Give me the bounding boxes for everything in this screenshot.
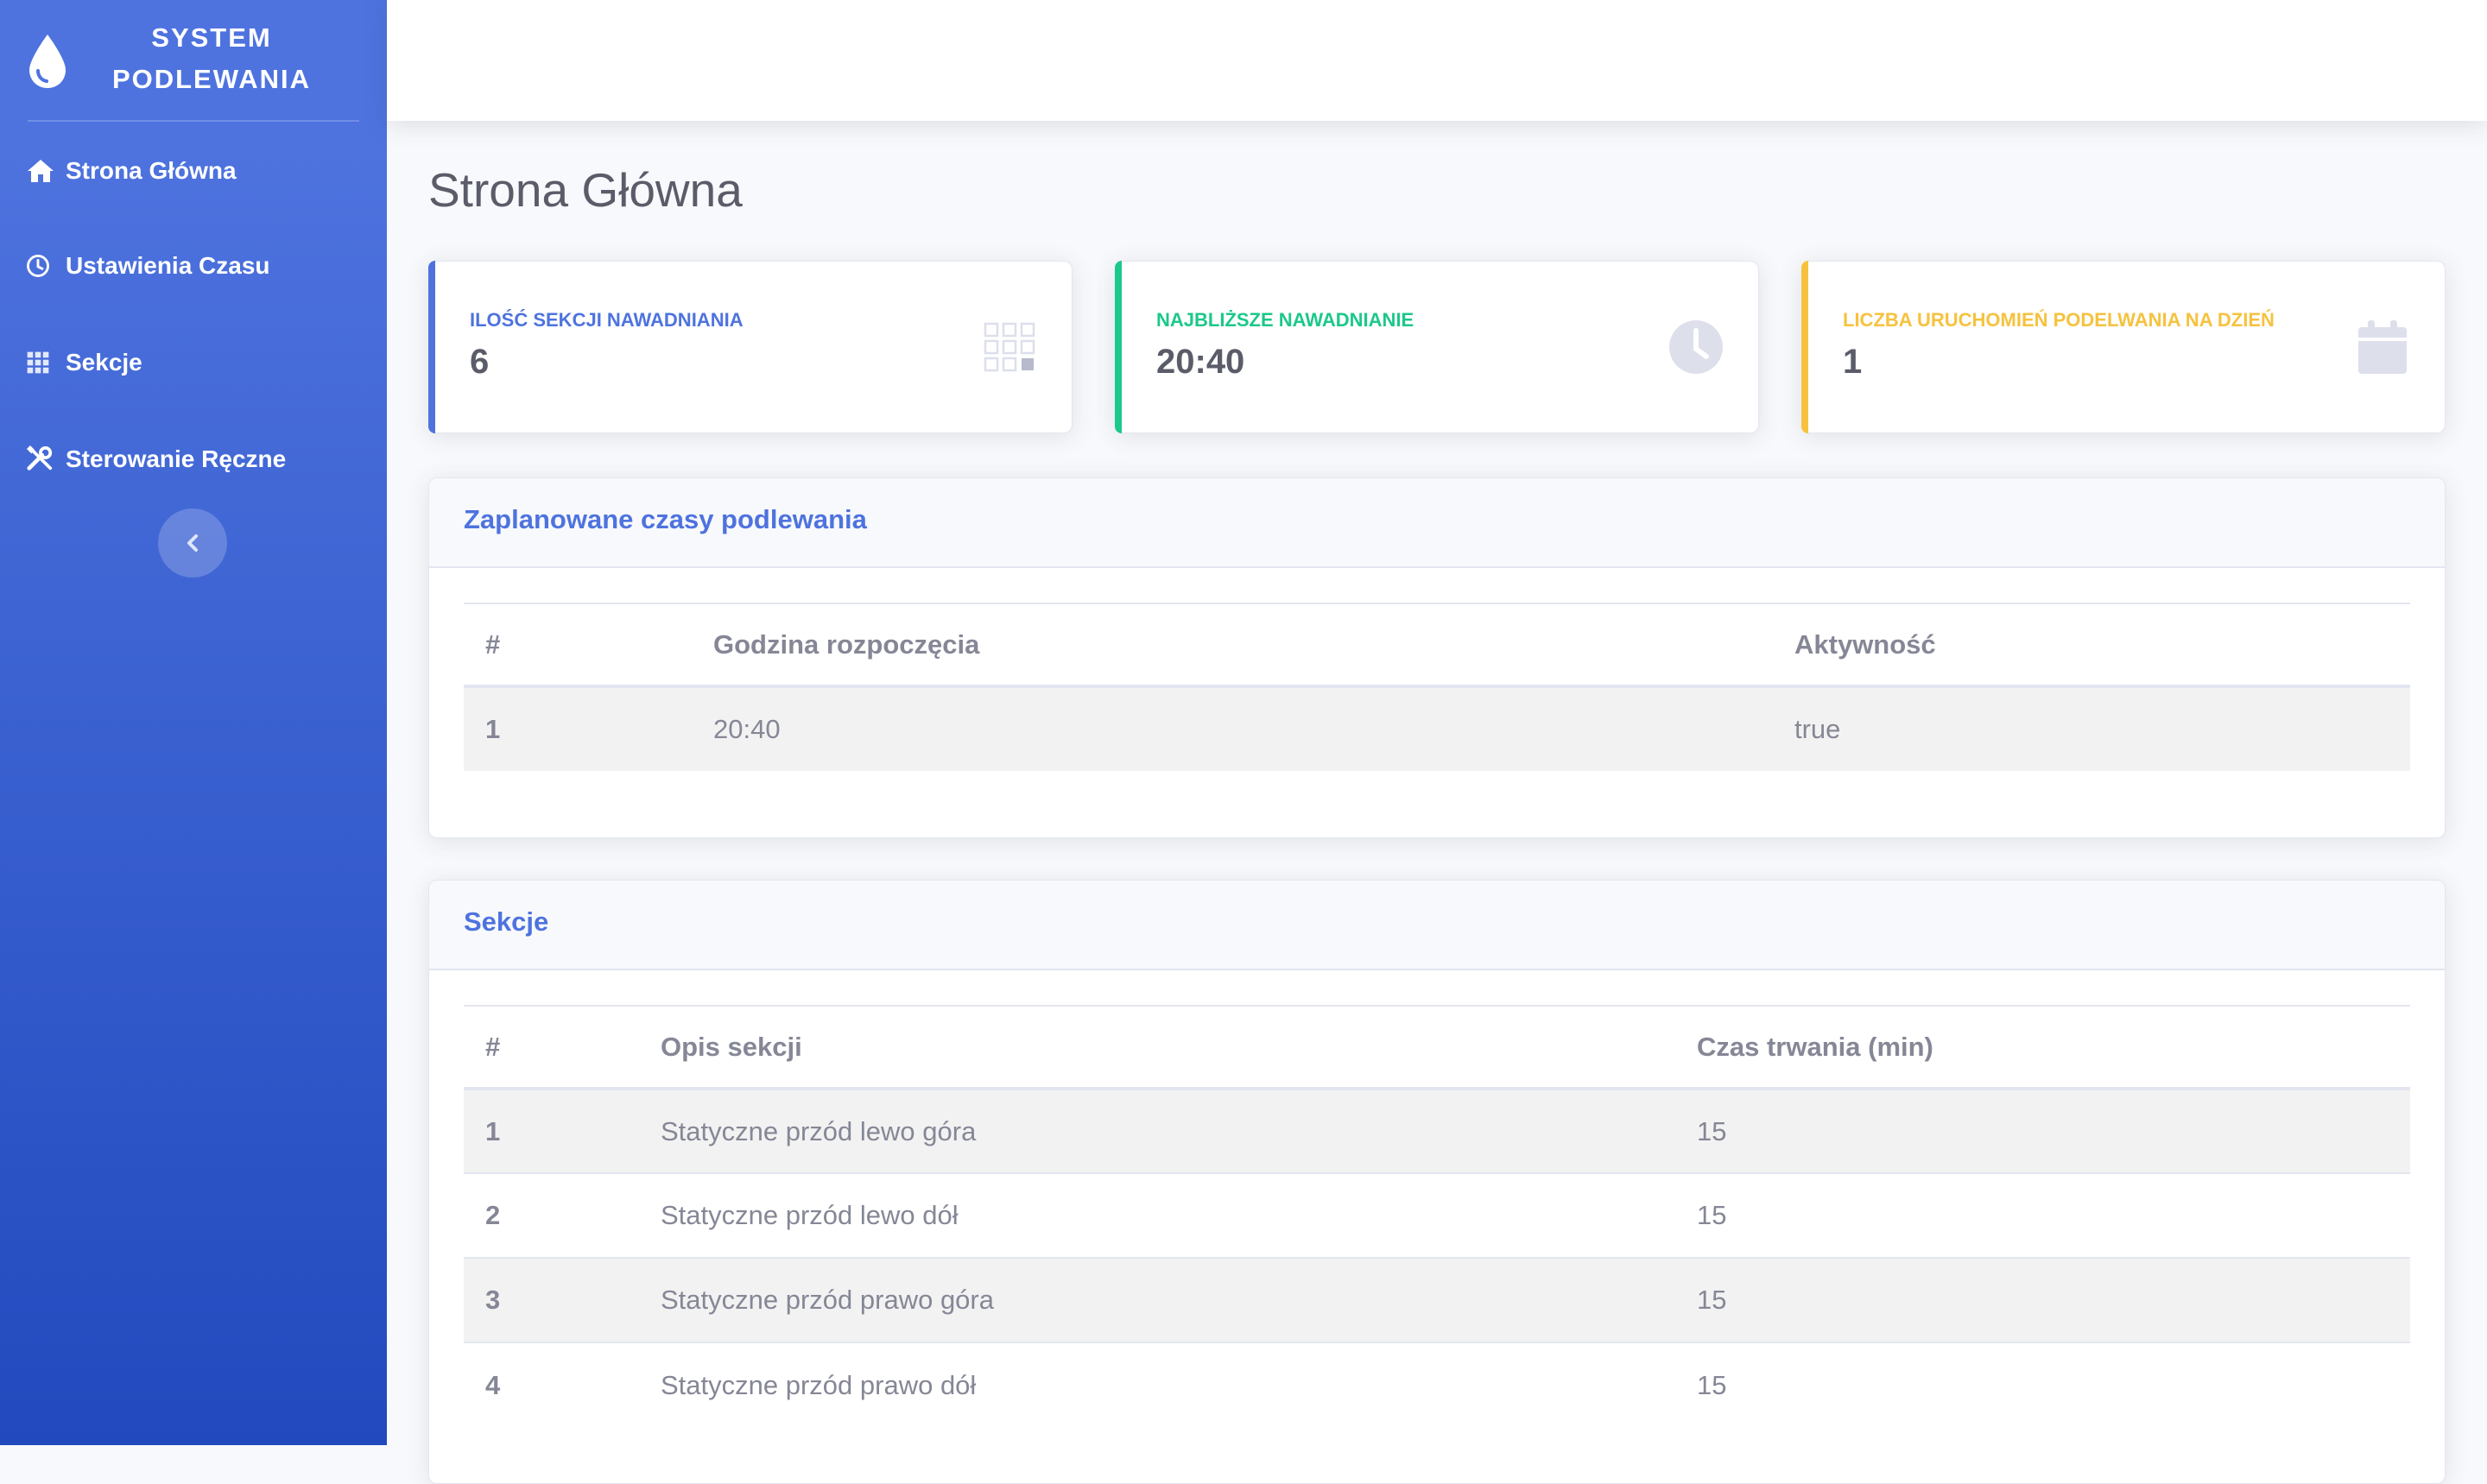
table-cell: 15 — [1675, 1172, 2410, 1258]
stat-value: 1 — [1843, 343, 1863, 381]
stat-value: 20:40 — [1156, 343, 1245, 381]
table-row[interactable]: 3 Statyczne przód prawo góra 15 — [464, 1257, 2410, 1342]
sidebar-item-home[interactable]: Strona Główna — [0, 123, 387, 218]
sidebar-item-label: Sterowanie Ręczne — [66, 445, 287, 472]
table-cell: Statyczne przód prawo góra — [639, 1257, 1675, 1342]
card-title: Zaplanowane czasy podlewania — [464, 504, 867, 534]
column-header: Czas trwania (min) — [1675, 1005, 2410, 1090]
schedule-table: # Godzina rozpoczęcia Aktywność 1 20:40 … — [464, 603, 2410, 771]
tools-icon — [26, 445, 53, 470]
page-title: Strona Główna — [428, 163, 743, 217]
table-cell: 15 — [1675, 1257, 2410, 1342]
sidebar-item-manual-control[interactable]: Sterowanie Ręczne — [0, 412, 387, 507]
clock-icon — [27, 255, 49, 277]
card-accent-bar — [428, 261, 435, 433]
sidebar-item-sections[interactable]: Sekcje — [0, 315, 387, 410]
card-header: Zaplanowane czasy podlewania — [429, 478, 2445, 568]
table-cell: Statyczne przód lewo góra — [639, 1088, 1675, 1173]
table-cell: 2 — [464, 1172, 639, 1258]
card-header: Sekcje — [429, 881, 2445, 970]
table-cell: Statyczne przód lewo dół — [639, 1172, 1675, 1258]
table-row[interactable]: 4 Statyczne przód prawo dół 15 — [464, 1342, 2410, 1427]
grid-icon — [984, 322, 1035, 372]
sidebar-item-label: Strona Główna — [66, 157, 237, 184]
table-cell: Statyczne przód prawo dół — [639, 1342, 1675, 1427]
column-header: Opis sekcji — [639, 1005, 1675, 1090]
table-cell: 4 — [464, 1342, 639, 1427]
grid-icon — [27, 351, 49, 374]
water-drop-icon — [29, 35, 66, 88]
card-body: # Godzina rozpoczęcia Aktywność 1 20:40 … — [429, 568, 2445, 805]
sidebar-toggle-button[interactable] — [158, 508, 227, 578]
table-cell: 1 — [464, 1088, 639, 1173]
sidebar-item-time-settings[interactable]: Ustawienia Czasu — [0, 218, 387, 313]
chevron-left-icon — [187, 534, 198, 552]
table-cell: true — [1773, 685, 2410, 771]
card-accent-bar — [1115, 261, 1122, 433]
card-body: # Opis sekcji Czas trwania (min) 1 Staty… — [429, 970, 2445, 1462]
table-cell: 20:40 — [692, 685, 1773, 771]
stat-label: Liczba uruchomień podelwania na dzień — [1843, 309, 2275, 331]
stat-label: Ilość sekcji nawadniania — [470, 309, 744, 331]
card-title: Sekcje — [464, 906, 549, 937]
table-row[interactable]: 1 Statyczne przód lewo góra 15 — [464, 1088, 2410, 1173]
sections-card: Sekcje # Opis sekcji Czas trwania (min) … — [428, 880, 2446, 1484]
sidebar-divider — [28, 120, 359, 122]
sidebar-item-label: Ustawienia Czasu — [66, 252, 270, 279]
topbar — [387, 0, 2487, 121]
sidebar-brand[interactable]: System Podlewania — [0, 0, 387, 121]
column-header: Aktywność — [1773, 603, 2410, 688]
table-cell: 3 — [464, 1257, 639, 1342]
stat-card-next-watering: Najbliższe nawadnianie 20:40 — [1115, 261, 1759, 433]
calendar-icon — [2358, 320, 2407, 374]
column-header: # — [464, 1005, 639, 1090]
table-cell: 1 — [464, 685, 692, 771]
sections-table: # Opis sekcji Czas trwania (min) 1 Staty… — [464, 1005, 2410, 1427]
stat-card-sections-count: Ilość sekcji nawadniania 6 — [428, 261, 1073, 433]
card-accent-bar — [1801, 261, 1808, 433]
table-cell: 15 — [1675, 1342, 2410, 1427]
sidebar: System Podlewania Strona Główna Ustawien… — [0, 0, 387, 1445]
column-header: Godzina rozpoczęcia — [692, 603, 1773, 688]
brand-title: System Podlewania — [111, 22, 312, 94]
column-header: # — [464, 603, 692, 688]
stat-card-daily-runs: Liczba uruchomień podelwania na dzień 1 — [1801, 261, 2446, 433]
table-cell: 15 — [1675, 1088, 2410, 1173]
schedule-card: Zaplanowane czasy podlewania # Godzina r… — [428, 477, 2446, 838]
table-header-row: # Godzina rozpoczęcia Aktywność — [464, 603, 2410, 688]
table-row[interactable]: 1 20:40 true — [464, 685, 2410, 771]
sidebar-item-label: Sekcje — [66, 349, 142, 376]
home-icon — [28, 160, 54, 182]
table-header-row: # Opis sekcji Czas trwania (min) — [464, 1005, 2410, 1090]
table-row[interactable]: 2 Statyczne przód lewo dół 15 — [464, 1172, 2410, 1258]
clock-icon — [1669, 320, 1723, 374]
stat-value: 6 — [470, 343, 490, 381]
stat-label: Najbliższe nawadnianie — [1156, 309, 1414, 331]
